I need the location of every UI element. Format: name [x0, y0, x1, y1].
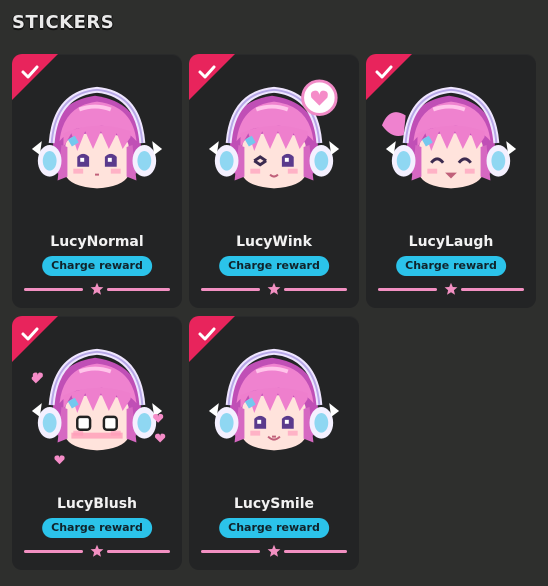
charge-reward-button[interactable]: Charge reward — [219, 518, 329, 538]
sticker-image-lucynormal — [26, 76, 168, 218]
sticker-image-lucywink — [203, 79, 345, 218]
sticker-card-lucylaugh[interactable]: LucyLaugh Charge reward — [366, 54, 536, 308]
sticker-name: LucyLaugh — [408, 234, 494, 250]
sticker-image-lucysmile — [203, 338, 345, 480]
sticker-card-lucywink[interactable]: LucyWink Charge reward — [189, 54, 359, 308]
charge-reward-button[interactable]: Charge reward — [396, 256, 506, 276]
sticker-card-lucyblush[interactable]: LucyBlush Charge reward — [12, 316, 182, 570]
sticker-name: LucySmile — [233, 496, 315, 512]
charge-reward-button[interactable]: Charge reward — [219, 256, 329, 276]
sticker-image-lucylaugh — [381, 76, 522, 218]
star-icon — [444, 282, 458, 295]
sticker-grid: LucyNormal Charge reward LucyWink Charge — [0, 0, 548, 586]
sticker-card-lucynormal[interactable]: LucyNormal Charge reward — [12, 54, 182, 308]
sticker-image-lucyblush — [26, 338, 166, 465]
star-icon — [267, 544, 281, 557]
progress-bar — [378, 282, 524, 296]
sticker-name: LucyNormal — [50, 234, 144, 250]
progress-bar — [24, 282, 170, 296]
charge-reward-button[interactable]: Charge reward — [42, 256, 152, 276]
star-icon — [267, 282, 281, 295]
sticker-name: LucyBlush — [56, 496, 138, 512]
sticker-name: LucyWink — [236, 234, 312, 250]
progress-bar — [201, 544, 347, 558]
star-icon — [90, 544, 104, 557]
star-icon — [90, 282, 104, 295]
sticker-card-lucysmile[interactable]: LucySmile Charge reward — [189, 316, 359, 570]
progress-bar — [24, 544, 170, 558]
progress-bar — [201, 282, 347, 296]
charge-reward-button[interactable]: Charge reward — [42, 518, 152, 538]
